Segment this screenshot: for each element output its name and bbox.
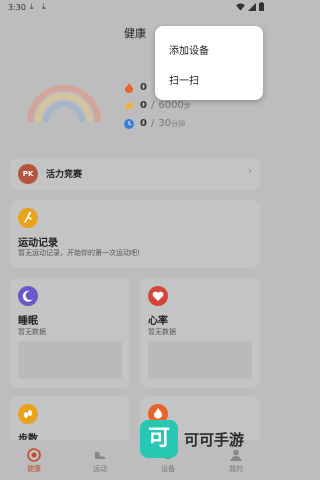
- add-menu-popup: 添加设备 扫一扫: [155, 26, 263, 100]
- menu-item-scan[interactable]: 扫一扫: [169, 72, 199, 87]
- battery-icon: [259, 2, 264, 11]
- watermark-logo: 可: [140, 420, 178, 458]
- nav-label-sport: 运动: [93, 465, 107, 473]
- watermark: 可 可可手游: [140, 420, 265, 464]
- minutes-stat: 0 / 30 分钟: [124, 118, 185, 129]
- sleep-card[interactable]: 睡眠 暂无数据: [10, 278, 130, 388]
- heart-rate-subtitle: 暂无数据: [148, 328, 176, 336]
- minutes-value: 0: [140, 118, 147, 129]
- signal-icon: [248, 2, 256, 11]
- steps-stat: 0 / 6000 步: [124, 100, 191, 111]
- nav-label-device: 设备: [161, 465, 175, 473]
- heart-rate-graph-placeholder: [148, 341, 252, 379]
- health-icon: [27, 448, 41, 462]
- calories-value: 0: [140, 82, 147, 93]
- sport-record-title: 运动记录: [18, 238, 58, 249]
- footprint-icon: [18, 404, 38, 424]
- steps-unit: 步: [183, 101, 191, 110]
- run-icon: [18, 208, 38, 228]
- steps-goal: 6000: [158, 100, 184, 111]
- nav-label-health: 健康: [27, 465, 41, 473]
- nav-item-sport[interactable]: 运动: [80, 448, 120, 474]
- activity-rings-chart: [27, 85, 101, 123]
- sleep-subtitle: 暂无数据: [18, 328, 46, 336]
- clock-icon: [124, 118, 134, 129]
- sport-record-subtitle: 暂无运动记录，开始你的第一次运动吧!: [18, 249, 140, 257]
- heart-icon: [148, 286, 168, 306]
- minutes-goal: 30: [158, 118, 172, 129]
- minutes-separator: /: [150, 118, 155, 129]
- status-time: 3:30: [8, 3, 26, 12]
- sleep-title: 睡眠: [18, 316, 38, 327]
- steps-value: 0: [140, 100, 147, 111]
- calories-stat: 0: [124, 82, 147, 93]
- watermark-text: 可可手游: [184, 431, 245, 449]
- minutes-unit: 分钟: [171, 119, 186, 128]
- heart-rate-card[interactable]: 心率 暂无数据: [140, 278, 260, 388]
- footprint-icon: [125, 101, 133, 110]
- menu-item-add-device[interactable]: 添加设备: [169, 42, 209, 57]
- status-bar: 3:30 ⤓ ⤓: [0, 0, 270, 16]
- pk-label: 活力竞赛: [46, 170, 83, 180]
- sport-record-card[interactable]: 运动记录 暂无运动记录，开始你的第一次运动吧!: [10, 200, 260, 268]
- shoe-icon: [95, 452, 105, 459]
- nav-label-mine: 我的: [229, 465, 243, 473]
- steps-separator: /: [150, 100, 155, 111]
- pk-competition-card[interactable]: PK 活力竞赛 ›: [10, 158, 260, 190]
- wifi-icon: [236, 2, 245, 11]
- chevron-right-icon: ›: [248, 166, 252, 177]
- download-icon: ⤓: [30, 2, 34, 11]
- moon-icon: [18, 286, 38, 306]
- download-icon: ⤓: [42, 2, 46, 11]
- system-icons: [236, 2, 264, 11]
- pk-badge: PK: [18, 164, 38, 184]
- sleep-graph-placeholder: [18, 341, 122, 379]
- heart-rate-title: 心率: [148, 316, 168, 327]
- flame-icon: [125, 82, 133, 93]
- nav-item-health[interactable]: 健康: [14, 448, 54, 474]
